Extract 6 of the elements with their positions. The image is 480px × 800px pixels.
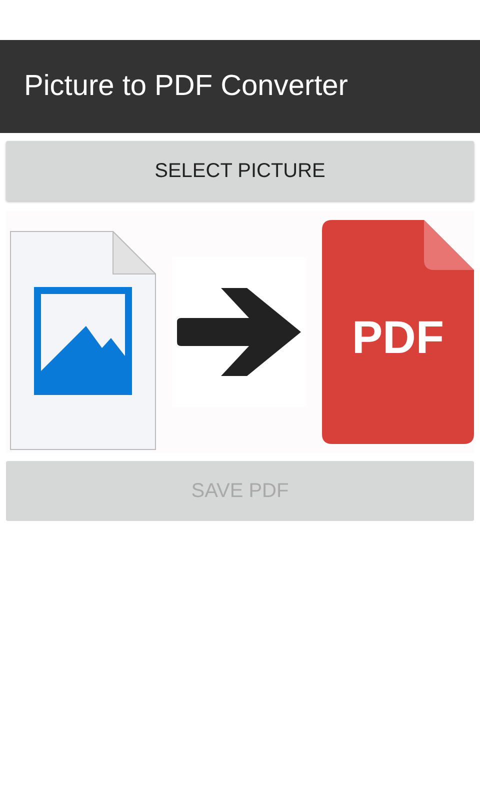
- arrow-icon: [177, 288, 301, 376]
- select-picture-button[interactable]: SELECT PICTURE: [6, 141, 474, 201]
- pdf-label: PDF: [352, 311, 444, 363]
- pdf-file-icon: [322, 220, 474, 444]
- image-file-icon: [10, 230, 156, 450]
- app-title: Picture to PDF Converter: [24, 68, 348, 104]
